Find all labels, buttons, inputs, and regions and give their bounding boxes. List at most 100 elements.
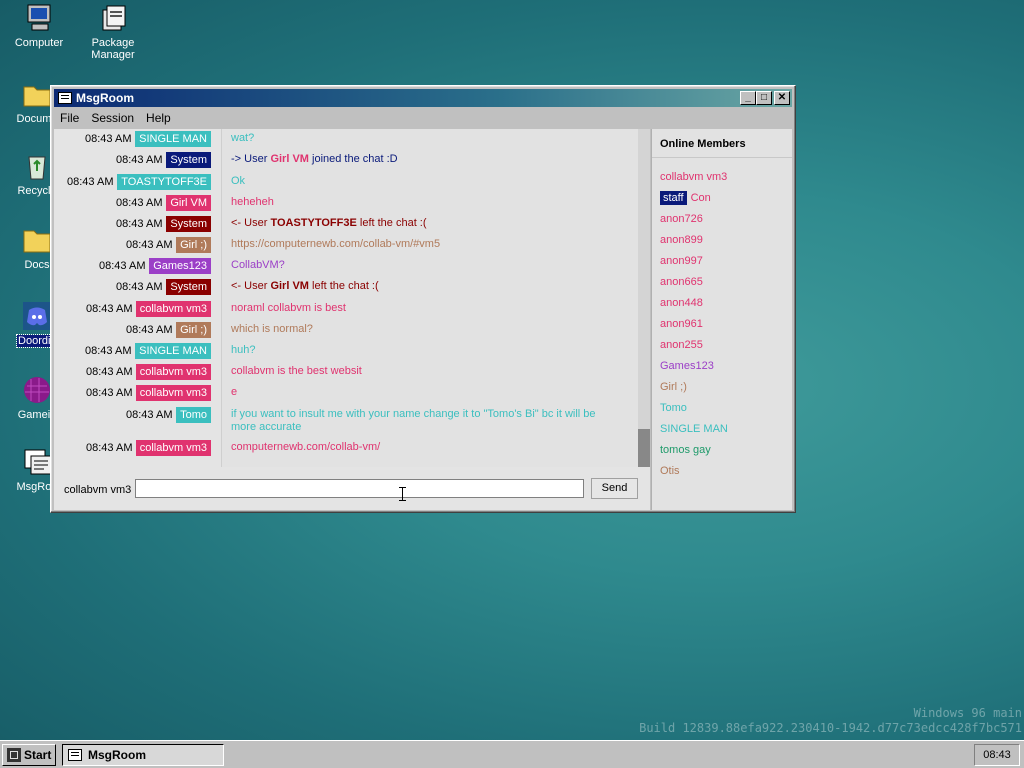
username-badge[interactable]: collabvm vm3 — [135, 301, 211, 317]
member-item[interactable]: tomos gay — [660, 444, 711, 456]
menu-session[interactable]: Session — [85, 111, 140, 125]
member-item[interactable]: Otis — [660, 465, 680, 477]
taskbar-item-label: MsgRoom — [88, 748, 146, 762]
member-name: anon255 — [660, 339, 703, 351]
game-icon — [21, 374, 53, 406]
computer-icon — [23, 2, 55, 34]
username-badge[interactable]: TOASTYTOFF3E — [117, 174, 211, 190]
close-button[interactable]: ✕ — [774, 91, 790, 105]
message-meta: Tomo 08:43 AM — [54, 407, 211, 424]
desktop-icon-label: Computer — [14, 37, 64, 49]
taskbar-item-msgroom[interactable]: MsgRoom — [62, 744, 224, 766]
menu-file[interactable]: File — [54, 111, 85, 125]
member-item[interactable]: collabvm vm3 — [660, 171, 727, 183]
watermark-line: Build 12839.88efa922.230410-1942.d77c73e… — [639, 721, 1022, 735]
username-badge[interactable]: Girl ;) — [176, 322, 211, 338]
member-item[interactable]: anon665 — [660, 276, 703, 288]
message-timestamp: 08:43 AM — [86, 303, 133, 315]
member-item[interactable]: Tomo — [660, 402, 687, 414]
discord-icon — [21, 300, 53, 332]
member-item[interactable]: Games123 — [660, 360, 714, 372]
start-button[interactable]: Start — [2, 744, 56, 766]
desktop-icon-label: Docs — [24, 259, 50, 271]
desktop-icon-package-manager[interactable]: Package Manager — [76, 2, 150, 61]
maximize-button[interactable]: □ — [756, 91, 772, 105]
member-item[interactable]: Girl ;) — [660, 381, 687, 393]
watermark-line: Windows 96 main — [913, 706, 1022, 720]
message-timestamp: 08:43 AM — [116, 218, 163, 230]
title-bar[interactable]: MsgRoom _ □ ✕ — [54, 89, 792, 107]
minimize-button[interactable]: _ — [740, 91, 756, 105]
message-text: e — [231, 386, 238, 398]
member-item[interactable]: anon726 — [660, 213, 703, 225]
message-timestamp: 08:43 AM — [86, 387, 133, 399]
message-input[interactable] — [135, 479, 584, 498]
message-text: <- User Girl VM left the chat :( — [231, 280, 611, 293]
menu-help[interactable]: Help — [140, 111, 177, 125]
system-username: Girl VM — [270, 280, 309, 292]
message-text: if you want to insult me with your name … — [231, 408, 596, 433]
member-item[interactable]: anon899 — [660, 234, 703, 246]
message-meta: SINGLE MAN 08:43 AM — [54, 343, 211, 360]
chat-scroll-thumb[interactable] — [638, 429, 650, 467]
username-badge[interactable]: SINGLE MAN — [135, 343, 211, 359]
member-item[interactable]: anon961 — [660, 318, 703, 330]
member-name: anon997 — [660, 255, 703, 267]
chat-log[interactable]: SINGLE MAN 08:43 AM System 08:43 AM TOASTYTO… — [54, 129, 650, 467]
member-name: Girl ;) — [660, 381, 687, 393]
text-cursor — [399, 487, 406, 501]
message-text: https://computernewb.com/collab-vm/#vm5 — [231, 238, 441, 250]
chat-scrollbar[interactable] — [638, 129, 650, 467]
username-badge[interactable]: collabvm vm3 — [135, 440, 211, 456]
message-text-column: wat? -> User Girl VM joined the chat :D Ok… — [221, 129, 638, 467]
username-badge[interactable]: collabvm vm3 — [135, 364, 211, 380]
desktop-icon-label: Package Manager — [91, 37, 135, 61]
system-prefix: <- User — [231, 217, 271, 229]
divider — [652, 157, 792, 158]
message-timestamp: 08:43 AM — [99, 260, 146, 272]
message-text: <- User TOASTYTOFF3E left the chat :( — [231, 217, 611, 230]
message-timestamp: 08:43 AM — [86, 366, 133, 378]
msgroom-app-icon — [58, 92, 72, 104]
username-badge[interactable]: System — [166, 216, 211, 232]
member-item[interactable]: SINGLE MAN — [660, 423, 728, 435]
message-timestamp: 08:43 AM — [116, 281, 163, 293]
message-meta: collabvm vm3 08:43 AM — [54, 440, 211, 457]
online-members-panel: Online Members collabvm vm3 staff Con anon7… — [651, 129, 792, 510]
member-item[interactable]: anon997 — [660, 255, 703, 267]
username-badge[interactable]: System — [166, 152, 211, 168]
username-badge[interactable]: collabvm vm3 — [135, 385, 211, 401]
member-name: anon665 — [660, 276, 703, 288]
message-meta: Girl ;) 08:43 AM — [54, 322, 211, 339]
system-suffix: left the chat :( — [308, 280, 379, 292]
message-meta: collabvm vm3 08:43 AM — [54, 385, 211, 402]
message-timestamp: 08:43 AM — [126, 409, 173, 421]
member-name: Con — [690, 192, 711, 204]
member-name: Games123 — [660, 360, 714, 372]
username-badge[interactable]: System — [166, 279, 211, 295]
desktop-icon-computer[interactable]: Computer — [2, 2, 76, 49]
member-item[interactable]: anon255 — [660, 339, 703, 351]
member-item[interactable]: staff Con — [660, 191, 711, 205]
os-watermark: Windows 96 main Build 12839.88efa922.230… — [639, 706, 1022, 736]
username-badge[interactable]: SINGLE MAN — [135, 131, 211, 147]
message-meta: collabvm vm3 08:43 AM — [54, 364, 211, 381]
member-item[interactable]: anon448 — [660, 297, 703, 309]
message-meta: System 08:43 AM — [54, 279, 211, 296]
message-meta: System 08:43 AM — [54, 152, 211, 169]
message-meta: collabvm vm3 08:43 AM — [54, 301, 211, 318]
system-prefix: -> User — [231, 153, 271, 165]
menu-bar: File Session Help — [54, 109, 177, 127]
start-logo-icon — [7, 748, 21, 762]
username-badge[interactable]: Girl VM — [166, 195, 211, 211]
send-button[interactable]: Send — [591, 478, 638, 499]
username-badge[interactable]: Girl ;) — [176, 237, 211, 253]
message-text: heheheh — [231, 196, 274, 208]
message-text: wat? — [231, 132, 255, 144]
nickname-label[interactable]: collabvm vm3 — [64, 484, 131, 496]
message-text: Ok — [231, 175, 246, 187]
username-badge[interactable]: Tomo — [176, 407, 211, 423]
member-name: Tomo — [660, 402, 687, 414]
username-badge[interactable]: Games123 — [149, 258, 211, 274]
message-timestamp: 08:43 AM — [86, 442, 133, 454]
